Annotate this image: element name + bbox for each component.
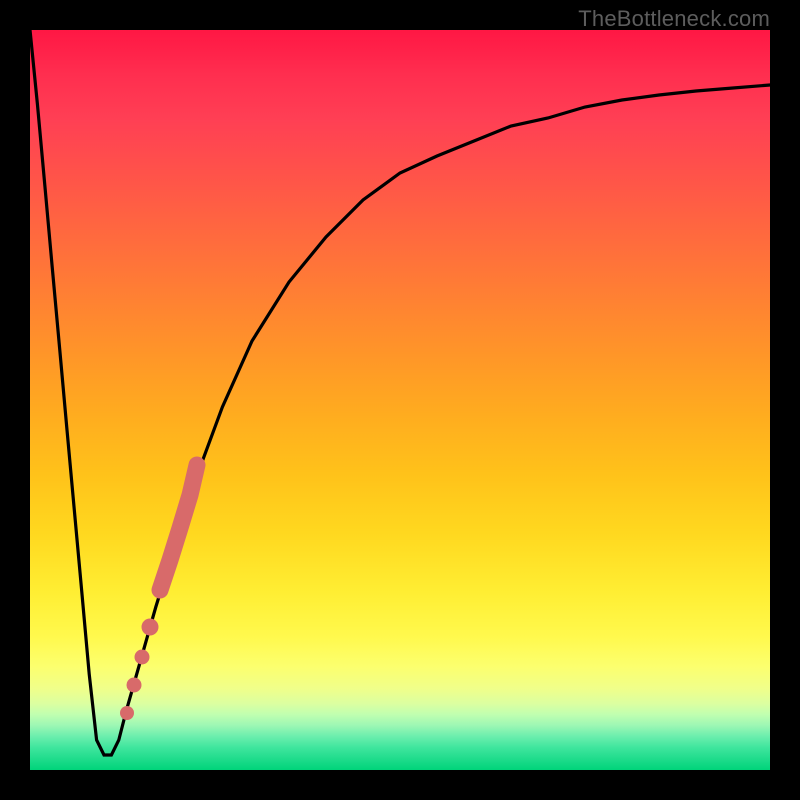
attribution-label: TheBottleneck.com xyxy=(578,6,770,32)
chart-frame: TheBottleneck.com xyxy=(0,0,800,800)
highlight-upper xyxy=(160,465,197,590)
bottleneck-curve xyxy=(30,30,770,755)
highlight-dot-1 xyxy=(142,619,159,636)
highlight-dot-4 xyxy=(120,706,134,720)
curve-layer xyxy=(30,30,770,770)
plot-area xyxy=(30,30,770,770)
highlight-dot-3 xyxy=(127,678,142,693)
highlight-dot-2 xyxy=(135,650,150,665)
